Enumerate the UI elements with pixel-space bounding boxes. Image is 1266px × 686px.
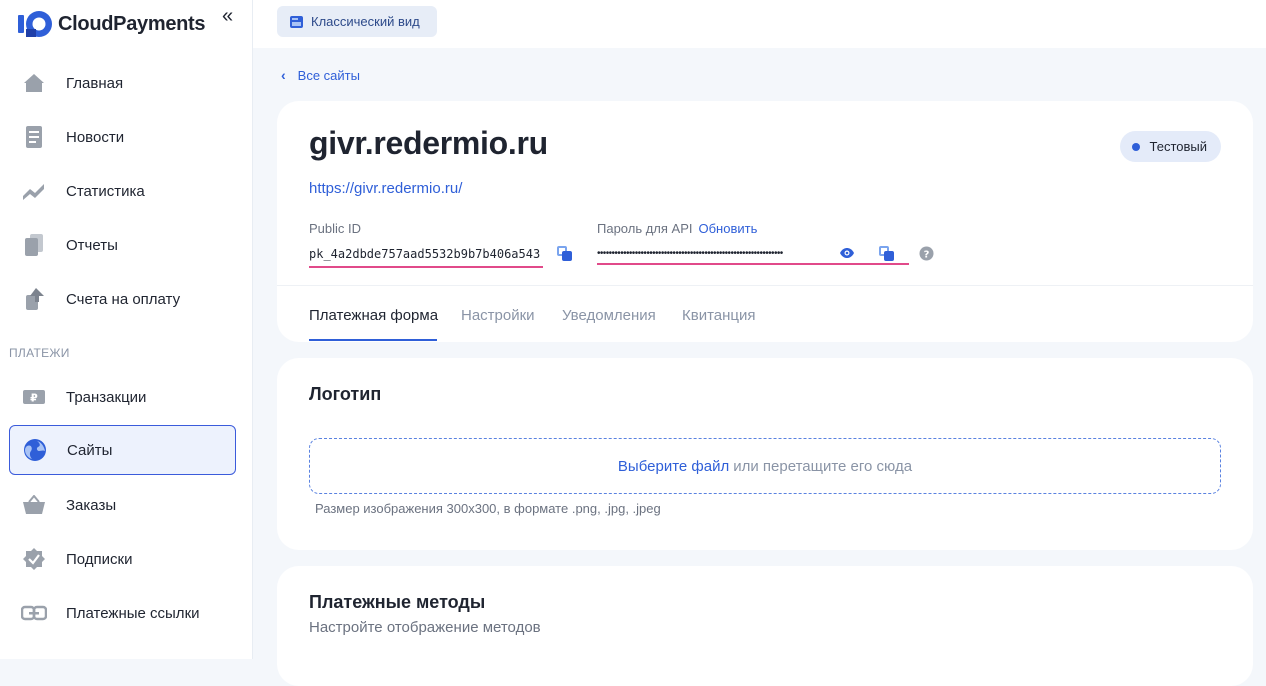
api-password-refresh-link[interactable]: Обновить — [699, 221, 758, 236]
eye-icon[interactable] — [839, 246, 855, 264]
sidebar-item-transactions[interactable]: ₽ Транзакции — [9, 372, 236, 422]
status-badge-label: Тестовый — [1149, 139, 1208, 154]
globe-icon — [22, 437, 48, 463]
choose-file-link[interactable]: Выберите файл — [618, 458, 729, 475]
sidebar-item-statistics[interactable]: Статистика — [9, 166, 236, 216]
svg-text:?: ? — [924, 249, 930, 260]
collapse-sidebar-button[interactable]: « — [222, 6, 242, 26]
classic-view-icon — [290, 15, 304, 29]
invoice-icon — [21, 286, 47, 312]
sidebar-item-payment-links[interactable]: Платежные ссылки — [9, 588, 236, 638]
badge-check-icon — [21, 546, 47, 572]
sidebar-item-orders[interactable]: Заказы — [9, 480, 236, 530]
active-tab-indicator — [309, 339, 437, 341]
sidebar: CloudPayments « Главная Новости Статисти… — [0, 0, 253, 659]
sidebar-item-invoices[interactable]: Счета на оплату — [9, 274, 236, 324]
api-password-label-row: Пароль для API Обновить — [597, 221, 757, 236]
dropzone-hint: или перетащите его сюда — [733, 457, 913, 475]
logo-size-hint: Размер изображения 300x300, в формате .p… — [315, 501, 661, 516]
brand-name: CloudPayments — [58, 12, 206, 35]
home-icon — [21, 70, 47, 96]
cloudpayments-logo-icon — [18, 9, 54, 39]
logo-dropzone[interactable]: Выберите файл или перетащите его сюда — [309, 438, 1221, 494]
site-card: givr.redermio.ru https://givr.redermio.r… — [277, 101, 1253, 342]
brand-logo[interactable]: CloudPayments — [18, 8, 243, 40]
copy-api-password-icon[interactable] — [879, 246, 895, 262]
back-link-label: Все сайты — [297, 67, 360, 83]
sidebar-item-label: Новости — [66, 128, 125, 146]
status-dot-icon — [1131, 142, 1140, 151]
sidebar-item-label: Платежные ссылки — [66, 604, 200, 622]
copy-public-id-icon[interactable] — [557, 246, 573, 262]
news-icon — [21, 124, 47, 150]
sidebar-item-label: Заказы — [66, 496, 117, 514]
public-id-label: Public ID — [309, 221, 362, 236]
ruble-icon: ₽ — [21, 384, 47, 410]
public-id-field[interactable]: pk_4a2dbde757aad5532b9b7b406a543 — [309, 244, 543, 268]
tab-settings[interactable]: Настройки — [461, 307, 535, 324]
payment-methods-subtitle: Настройте отображение методов — [309, 619, 541, 636]
logo-card: Логотип Выберите файл или перетащите его… — [277, 358, 1253, 550]
sidebar-item-subscriptions[interactable]: Подписки — [9, 534, 236, 584]
sidebar-item-news[interactable]: Новости — [9, 112, 236, 162]
tab-notifications[interactable]: Уведомления — [562, 307, 656, 324]
logo-card-title: Логотип — [309, 384, 382, 404]
sidebar-item-label: Подписки — [66, 550, 133, 568]
classic-view-button[interactable]: Классический вид — [277, 6, 437, 37]
back-to-sites-link[interactable]: ‹ Все сайты — [281, 67, 360, 83]
sidebar-item-label: Статистика — [66, 182, 145, 200]
classic-view-label: Классический вид — [311, 14, 420, 29]
tab-payment-form[interactable]: Платежная форма — [309, 307, 438, 324]
basket-icon — [21, 492, 47, 518]
sidebar-item-label: Отчеты — [66, 236, 118, 254]
sidebar-item-home[interactable]: Главная — [9, 58, 236, 108]
api-password-label: Пароль для API — [597, 221, 693, 236]
sidebar-item-label: Транзакции — [66, 388, 147, 406]
payment-methods-title: Платежные методы — [309, 592, 486, 612]
reports-icon — [21, 232, 47, 258]
sidebar-item-sites[interactable]: Сайты — [9, 425, 236, 475]
section-label-payments: ПЛАТЕЖИ — [9, 346, 70, 360]
svg-text:₽: ₽ — [30, 392, 38, 405]
divider — [277, 285, 1253, 286]
page-title: givr.redermio.ru — [309, 125, 548, 161]
link-icon — [21, 600, 47, 626]
top-bar: Классический вид — [253, 0, 1266, 48]
api-password-field[interactable]: ••••••••••••••••••••••••••••••••••••••••… — [597, 244, 909, 265]
chart-icon — [21, 178, 47, 204]
payment-methods-card: Платежные методы Настройте отображение м… — [277, 566, 1253, 686]
sidebar-item-label: Главная — [66, 74, 124, 92]
sidebar-item-reports[interactable]: Отчеты — [9, 220, 236, 270]
status-badge: Тестовый — [1119, 131, 1221, 162]
site-url-link[interactable]: https://givr.redermio.ru/ — [309, 180, 462, 197]
help-icon[interactable]: ? — [919, 246, 934, 266]
chevron-left-icon: ‹ — [281, 67, 286, 83]
sidebar-item-label: Сайты — [67, 441, 113, 459]
sidebar-item-label: Счета на оплату — [66, 290, 181, 308]
tab-receipt[interactable]: Квитанция — [682, 307, 756, 324]
